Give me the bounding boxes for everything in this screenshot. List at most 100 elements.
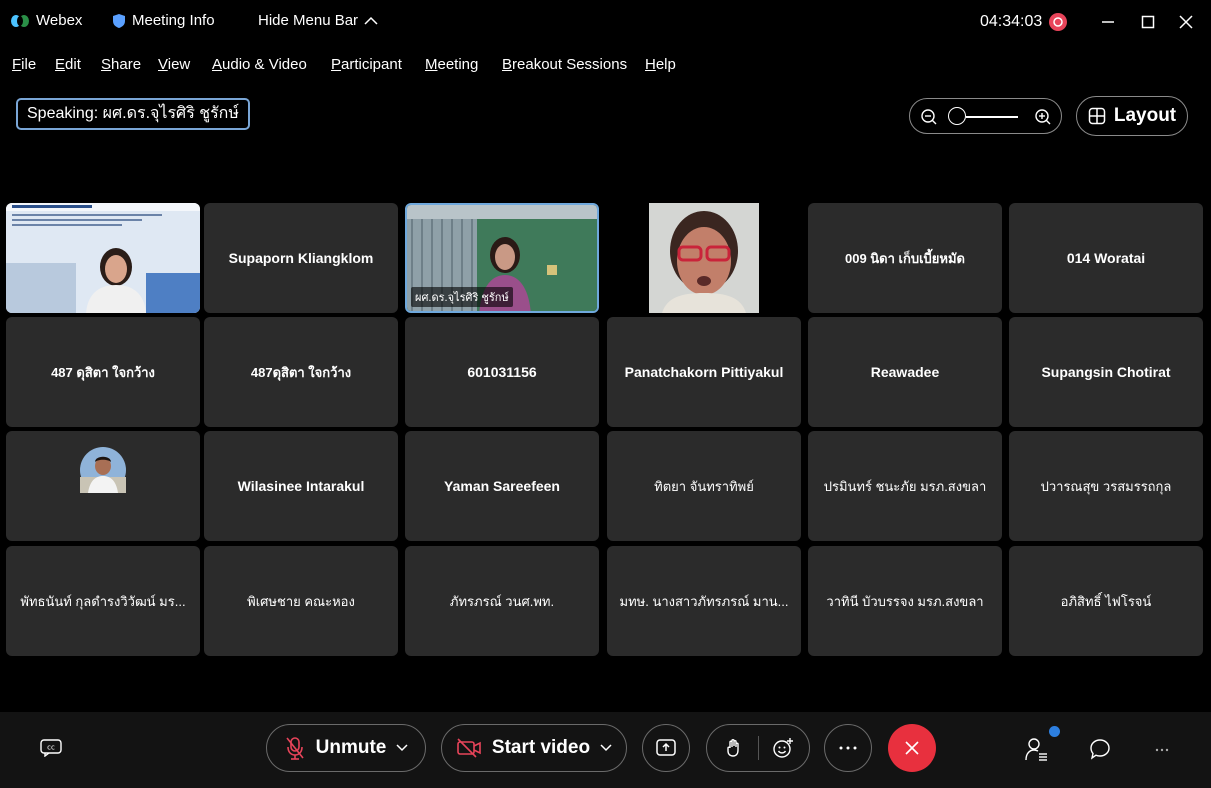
closed-captions-icon[interactable]: cc bbox=[40, 739, 62, 757]
participant-name: วาทินี บัวบรรจง มรภ.สงขลา bbox=[826, 593, 984, 609]
participant-name: 009 นิดา เก็บเบี้ยหมัด bbox=[844, 250, 965, 266]
app-title: Webex bbox=[10, 12, 82, 29]
app-name: Webex bbox=[36, 12, 83, 29]
participant-name: Yaman Sareefeen bbox=[444, 478, 560, 494]
menu-breakout-sessions[interactable]: Breakout Sessions bbox=[502, 56, 627, 73]
reactions-group bbox=[706, 724, 810, 772]
participant-name: มทษ. นางสาวภัทรภรณ์ มาน... bbox=[619, 593, 789, 609]
participant-name: อภิสิทธิ์ ไฟโรจน์ bbox=[1060, 593, 1152, 609]
participant-tile[interactable]: วาทินี บัวบรรจง มรภ.สงขลา bbox=[808, 546, 1002, 656]
shield-icon bbox=[112, 13, 126, 29]
microphone-muted-icon bbox=[284, 736, 306, 760]
participant-name: Panatchakorn Pittiyakul bbox=[624, 364, 784, 380]
participant-tile[interactable]: Reawadee bbox=[808, 317, 1002, 427]
menu-audio-video[interactable]: Audio & Video bbox=[212, 56, 307, 73]
participants-icon[interactable] bbox=[1024, 736, 1052, 762]
active-speaker-label: Speaking: ผศ.ดร.จุไรศิริ ชูรักษ์ bbox=[16, 98, 250, 130]
participant-tile[interactable]: พิเศษชาย คณะหอง bbox=[204, 546, 398, 656]
participant-tile[interactable]: Supangsin Chotirat bbox=[1009, 317, 1203, 427]
close-x-icon bbox=[904, 740, 920, 756]
layout-button[interactable]: Layout bbox=[1076, 96, 1188, 136]
maximize-icon[interactable] bbox=[1140, 14, 1156, 30]
menu-help[interactable]: Help bbox=[645, 56, 676, 73]
grid-icon bbox=[1088, 107, 1106, 125]
participant-name: 014 Woratai bbox=[1066, 250, 1146, 266]
video-off-icon bbox=[456, 738, 482, 758]
participant-name: 601031156 bbox=[467, 364, 537, 380]
unmute-button[interactable]: Unmute bbox=[266, 724, 426, 772]
participant-tile-video-face[interactable] bbox=[607, 203, 801, 313]
chevron-up-icon bbox=[364, 16, 378, 26]
participant-tile[interactable]: Supaporn Kliangklom bbox=[204, 203, 398, 313]
participant-video bbox=[607, 203, 801, 313]
close-icon[interactable] bbox=[1178, 14, 1194, 30]
participant-tile[interactable]: ปรมินทร์ ชนะภัย มรภ.สงขลา bbox=[808, 431, 1002, 541]
participant-name: Reawadee bbox=[870, 364, 940, 380]
participant-tile[interactable]: 487ดุสิตา ใจกว้าง bbox=[204, 317, 398, 427]
hide-menu-bar-button[interactable]: Hide Menu Bar bbox=[258, 12, 378, 29]
participant-tile[interactable]: ทิตยา จันทราทิพย์ bbox=[607, 431, 801, 541]
participant-tile[interactable]: Wilasinee Intarakul bbox=[204, 431, 398, 541]
unmute-label: Unmute bbox=[315, 737, 387, 758]
layout-label: Layout bbox=[1113, 105, 1177, 126]
participant-name: Supangsin Chotirat bbox=[1041, 364, 1171, 380]
chevron-down-icon[interactable] bbox=[600, 744, 612, 752]
start-video-label: Start video bbox=[491, 737, 591, 758]
meeting-info-label: Meeting Info bbox=[132, 12, 215, 29]
svg-text:cc: cc bbox=[47, 744, 55, 752]
raise-hand-icon[interactable] bbox=[710, 738, 758, 758]
recording-icon bbox=[1048, 12, 1068, 32]
chat-icon[interactable] bbox=[1089, 738, 1111, 760]
menu-meeting[interactable]: Meeting bbox=[425, 56, 478, 73]
zoom-track bbox=[966, 116, 1018, 118]
leave-meeting-button[interactable] bbox=[888, 724, 936, 772]
notification-dot bbox=[1049, 726, 1060, 737]
webex-logo-icon bbox=[10, 13, 30, 29]
meeting-timer: 04:34:03 bbox=[980, 12, 1068, 32]
participant-name: พัทธนันท์ กุลดำรงวิวัฒน์ มร... bbox=[20, 593, 186, 609]
zoom-out-icon[interactable] bbox=[920, 108, 938, 126]
participant-name: พิเศษชาย คณะหอง bbox=[247, 593, 355, 609]
participant-avatar bbox=[80, 447, 126, 493]
participant-name: ทิตยา จันทราทิพย์ bbox=[654, 478, 754, 494]
participant-name: ผศ.ดร.จุไรศิริ ชูรักษ์ bbox=[411, 287, 513, 307]
participant-tile[interactable]: 487 ดุสิตา ใจกว้าง bbox=[6, 317, 200, 427]
zoom-in-icon[interactable] bbox=[1034, 108, 1052, 126]
more-options-button[interactable] bbox=[824, 724, 872, 772]
zoom-handle[interactable] bbox=[948, 107, 966, 125]
title-bar: Webex Meeting Info Hide Menu Bar 04:34:0… bbox=[0, 0, 1211, 44]
participant-tile[interactable]: 009 นิดา เก็บเบี้ยหมัด bbox=[808, 203, 1002, 313]
participant-tile[interactable]: อภิสิทธิ์ ไฟโรจน์ bbox=[1009, 546, 1203, 656]
participant-name: ปวารณสุข วรสมรรถกุล bbox=[1040, 478, 1172, 494]
participant-name: Wilasinee Intarakul bbox=[237, 478, 365, 494]
participant-tile[interactable]: มทษ. นางสาวภัทรภรณ์ มาน... bbox=[607, 546, 801, 656]
participant-name: ภัทรภรณ์ วนศ.พท. bbox=[449, 593, 555, 609]
participant-tile-video-slide[interactable] bbox=[6, 203, 200, 313]
emoji-reaction-icon[interactable] bbox=[759, 737, 807, 759]
participant-tile[interactable]: ปวารณสุข วรสมรรถกุล bbox=[1009, 431, 1203, 541]
participant-tile[interactable]: Panatchakorn Pittiyakul bbox=[607, 317, 801, 427]
minimize-icon[interactable] bbox=[1100, 14, 1116, 30]
menu-edit[interactable]: Edit bbox=[55, 56, 81, 73]
participant-tile[interactable]: ภัทรภรณ์ วนศ.พท. bbox=[405, 546, 599, 656]
chevron-down-icon[interactable] bbox=[396, 744, 408, 752]
menu-participant[interactable]: Participant bbox=[331, 56, 402, 73]
meeting-info-button[interactable]: Meeting Info bbox=[112, 12, 215, 29]
participant-tile-active-speaker[interactable]: ผศ.ดร.จุไรศิริ ชูรักษ์ bbox=[405, 203, 599, 313]
menu-view[interactable]: View bbox=[158, 56, 190, 73]
start-video-button[interactable]: Start video bbox=[441, 724, 627, 772]
menu-share[interactable]: Share bbox=[101, 56, 141, 73]
participant-tile[interactable]: Yaman Sareefeen bbox=[405, 431, 599, 541]
participant-tile-avatar[interactable] bbox=[6, 431, 200, 541]
hide-menu-bar-label: Hide Menu Bar bbox=[258, 12, 359, 29]
participant-tile[interactable]: 014 Woratai bbox=[1009, 203, 1203, 313]
timer-text: 04:34:03 bbox=[980, 13, 1043, 30]
share-screen-icon bbox=[656, 739, 676, 757]
menu-file[interactable]: File bbox=[12, 56, 36, 73]
more-panels-icon[interactable] bbox=[1155, 748, 1169, 752]
participant-tile[interactable]: 601031156 bbox=[405, 317, 599, 427]
share-content-button[interactable] bbox=[642, 724, 690, 772]
participant-tile[interactable]: พัทธนันท์ กุลดำรงวิวัฒน์ มร... bbox=[6, 546, 200, 656]
participant-name: 487 ดุสิตา ใจกว้าง bbox=[51, 364, 155, 380]
video-zoom-slider[interactable] bbox=[909, 98, 1062, 134]
